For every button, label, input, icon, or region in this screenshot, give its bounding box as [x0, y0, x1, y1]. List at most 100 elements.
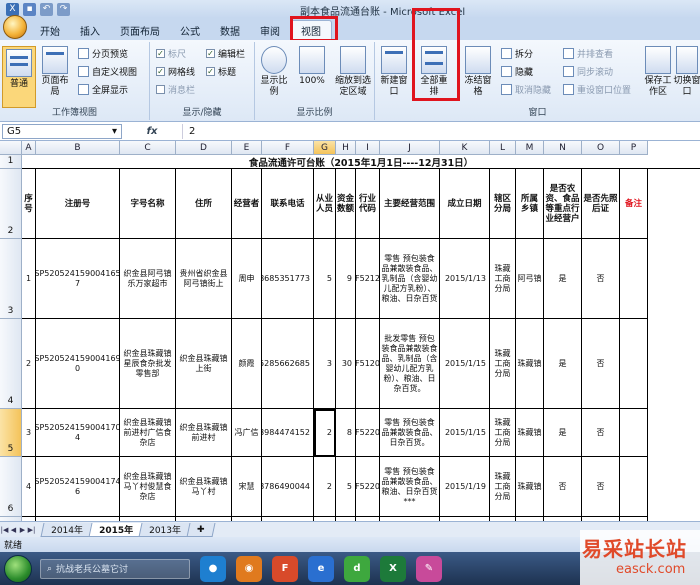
custom-views-button[interactable]: 自定义视图 — [78, 64, 137, 78]
table-cell[interactable]: 2015/1/13 — [440, 239, 490, 319]
table-cell[interactable]: 织金县珠藏镇前进村 — [176, 409, 232, 457]
table-cell[interactable]: 零售 预包装食品兼散装食品、日杂百货。 — [380, 409, 440, 457]
sync-scroll-button[interactable]: 同步滚动 — [563, 64, 613, 78]
save-icon[interactable]: ▪ — [23, 2, 36, 16]
split-button[interactable]: 拆分 — [501, 46, 533, 60]
page-break-preview-button[interactable]: 分页预览 — [78, 46, 128, 60]
insert-sheet-button[interactable]: ✚ — [186, 522, 215, 537]
new-window-button[interactable]: 新建窗口 — [377, 46, 411, 98]
formula-input[interactable]: 2 — [182, 124, 700, 139]
table-cell[interactable]: 2015/1/19 — [440, 457, 490, 517]
table-cell[interactable]: F5120 — [356, 319, 380, 409]
table-cell[interactable]: 8 — [336, 409, 356, 457]
header-cell[interactable]: 字号名称 — [120, 169, 176, 239]
column-header-F[interactable]: F — [262, 141, 314, 155]
table-cell[interactable]: 珠藏工商分局 — [490, 457, 516, 517]
table-cell[interactable]: 珠藏工商分局 — [490, 319, 516, 409]
table-cell[interactable]: 是 — [544, 239, 582, 319]
paint-icon[interactable]: ✎ — [416, 555, 442, 582]
table-cell[interactable]: 18786490044 — [262, 457, 314, 517]
column-header-O[interactable]: O — [582, 141, 620, 155]
normal-view-button[interactable]: 普通 — [2, 46, 36, 108]
insert-function-button[interactable]: fx — [122, 126, 182, 137]
row-header[interactable]: 5 — [0, 409, 22, 457]
table-cell[interactable]: F5212 — [356, 239, 380, 319]
table-cell[interactable]: 珠藏镇 — [516, 409, 544, 457]
table-cell[interactable]: SP520524159004174 6 — [36, 457, 120, 517]
column-header-M[interactable]: M — [516, 141, 544, 155]
row-header[interactable]: 2 — [0, 169, 22, 239]
tab-page-layout[interactable]: 页面布局 — [110, 20, 170, 40]
table-cell[interactable]: 15285662685 — [262, 319, 314, 409]
table-cell[interactable]: 颜霞 — [232, 319, 262, 409]
column-header-D[interactable]: D — [176, 141, 232, 155]
office-button[interactable] — [0, 15, 30, 40]
tab-data[interactable]: 数据 — [210, 20, 250, 40]
save-workspace-button[interactable]: 保存工作区 — [641, 46, 675, 98]
row-header[interactable]: 1 — [0, 155, 22, 169]
table-cell[interactable]: 零售 预包装食品兼散装食品、粮油、日杂百货*** — [380, 457, 440, 517]
row-header[interactable]: 3 — [0, 239, 22, 319]
undo-icon[interactable]: ↶ — [40, 2, 53, 16]
header-cell[interactable]: 注册号 — [36, 169, 120, 239]
full-screen-button[interactable]: 全屏显示 — [78, 82, 128, 96]
sheet-title[interactable]: 食品流通许可台账（2015年1月1日----12月31日） — [22, 155, 700, 169]
formula-bar-checkbox[interactable]: ✓ 编辑栏 — [206, 46, 245, 60]
hide-button[interactable]: 隐藏 — [501, 64, 533, 78]
table-cell[interactable]: 2015/1/15 — [440, 319, 490, 409]
header-cell[interactable]: 经营者 — [232, 169, 262, 239]
table-cell[interactable]: 珠藏工商分局 — [490, 409, 516, 457]
header-cell[interactable]: 序号 — [22, 169, 36, 239]
select-all-corner[interactable] — [0, 141, 22, 155]
tab-formulas[interactable]: 公式 — [170, 20, 210, 40]
table-cell[interactable]: 9 — [336, 239, 356, 319]
zoom-selection-button[interactable]: 缩放到选定区域 — [333, 46, 373, 98]
header-cell[interactable]: 是否农资、食品等重点行业经营户 — [544, 169, 582, 239]
header-cell[interactable]: 资金数额 — [336, 169, 356, 239]
media-icon[interactable]: ◉ — [236, 555, 262, 582]
ftp-icon[interactable]: F — [272, 555, 298, 582]
table-cell[interactable]: 阿弓镇 — [516, 239, 544, 319]
column-header-L[interactable]: L — [490, 141, 516, 155]
tab-review[interactable]: 审阅 — [250, 20, 290, 40]
table-cell[interactable]: 2 — [314, 409, 336, 457]
table-cell[interactable]: F5220 — [356, 457, 380, 517]
last-sheet-icon[interactable]: ▶| — [27, 525, 36, 535]
table-cell[interactable]: 否 — [544, 457, 582, 517]
table-cell[interactable]: 5 — [314, 239, 336, 319]
table-cell[interactable]: 织金县珠藏镇星辰食杂批发零售部 — [120, 319, 176, 409]
table-cell[interactable]: 是 — [544, 319, 582, 409]
column-header-E[interactable]: E — [232, 141, 262, 155]
excel-app-icon[interactable]: X — [6, 2, 19, 16]
header-cell[interactable]: 从业人员 — [314, 169, 336, 239]
table-cell[interactable]: 否 — [582, 319, 620, 409]
header-cell[interactable]: 备注 — [620, 169, 648, 239]
table-cell[interactable]: 织金县珠藏镇马丫村 — [176, 457, 232, 517]
ie-browser-icon[interactable]: e — [308, 555, 334, 582]
header-cell[interactable]: 所属乡镇 — [516, 169, 544, 239]
table-cell[interactable]: 1 — [22, 239, 36, 319]
table-cell[interactable]: 贵州省织金县阿弓镇街上 — [176, 239, 232, 319]
table-cell[interactable] — [620, 409, 648, 457]
column-header-A[interactable]: A — [22, 141, 36, 155]
header-cell[interactable]: 主要经营范围 — [380, 169, 440, 239]
prev-sheet-icon[interactable]: ◀ — [9, 525, 18, 535]
table-cell[interactable]: 珠藏镇 — [516, 457, 544, 517]
zoom-100-button[interactable]: 100% — [295, 46, 329, 87]
table-cell[interactable]: 宋慧 — [232, 457, 262, 517]
table-cell[interactable]: 冯广信 — [232, 409, 262, 457]
table-cell[interactable]: 4 — [22, 457, 36, 517]
tab-home[interactable]: 开始 — [30, 20, 70, 40]
name-box[interactable]: G5 ▾ — [2, 124, 122, 139]
header-cell[interactable]: 成立日期 — [440, 169, 490, 239]
table-cell[interactable] — [620, 319, 648, 409]
table-cell[interactable]: 织金县珠藏镇前进村广信食杂店 — [120, 409, 176, 457]
table-cell[interactable]: 否 — [582, 409, 620, 457]
header-cell[interactable]: 是否先照后证 — [582, 169, 620, 239]
header-cell[interactable]: 行业代码 — [356, 169, 380, 239]
switch-windows-button[interactable]: 切换窗口 — [673, 46, 700, 98]
freeze-panes-button[interactable]: 冻结窗格 — [461, 46, 495, 98]
unhide-button[interactable]: 取消隐藏 — [501, 82, 551, 96]
tab-insert[interactable]: 插入 — [70, 20, 110, 40]
zoom-button[interactable]: 显示比例 — [257, 46, 291, 98]
